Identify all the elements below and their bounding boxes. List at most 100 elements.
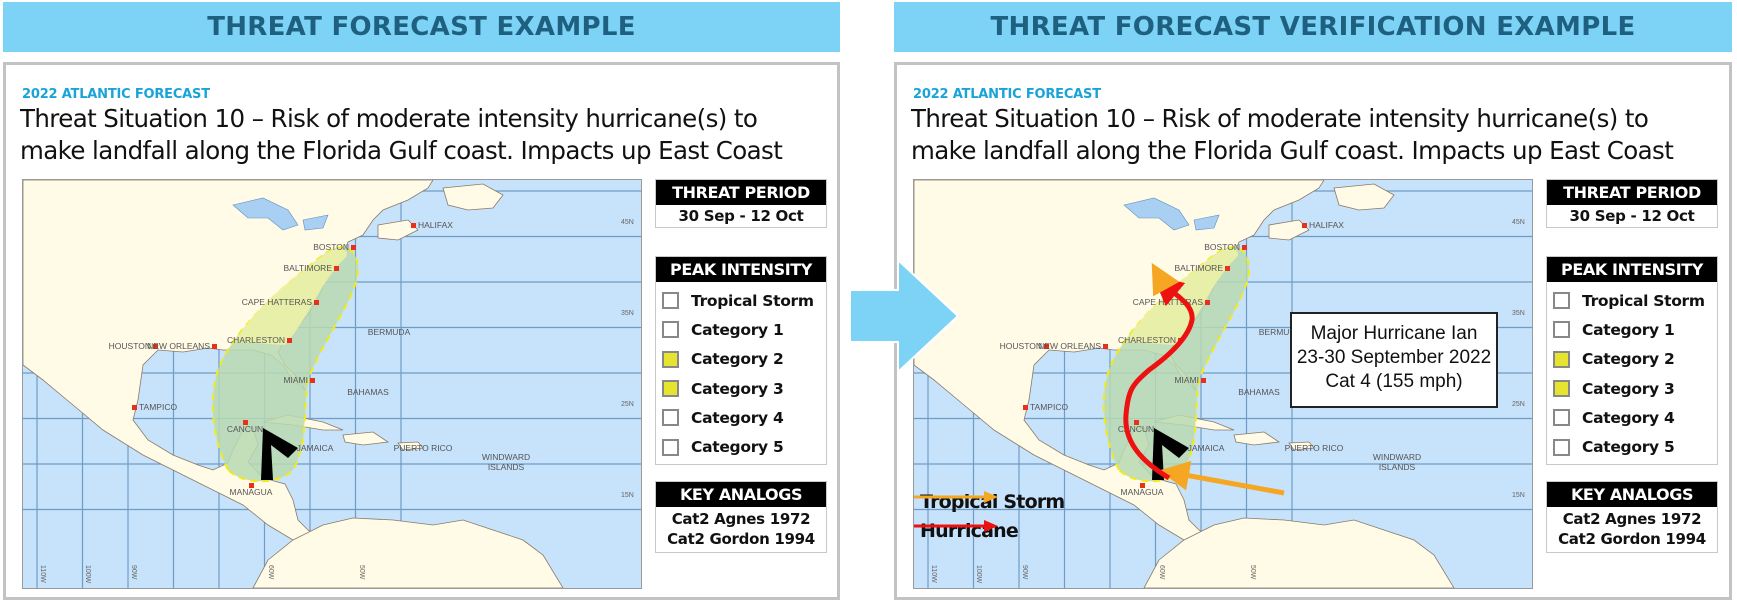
legend-hurricane: Hurricane <box>914 520 1019 542</box>
intensity-option: Category 2 <box>1553 345 1717 374</box>
checked-box-icon <box>1553 350 1570 368</box>
intensity-option: Category 4 <box>662 403 826 432</box>
forecast-kicker: 2022 ATLANTIC FORECAST <box>22 87 210 102</box>
intensity-label: Category 2 <box>691 350 784 369</box>
tropical-storm-track <box>1159 460 1285 496</box>
city-label: MIAMI <box>283 375 308 385</box>
headline-line-1: Threat Situation 10 – Risk of moderate i… <box>911 104 1649 133</box>
city-marker <box>132 405 137 410</box>
unchecked-box-icon <box>662 321 679 339</box>
analog-item: Cat2 Gordon 1994 <box>1558 530 1706 548</box>
callout-line-1: Major Hurricane Ian <box>1310 323 1478 344</box>
right-banner-title: THREAT FORECAST VERIFICATION EXAMPLE <box>990 12 1636 42</box>
legend-tropical-storm: Tropical Storm <box>914 491 1065 513</box>
intensity-label: Tropical Storm <box>691 291 814 310</box>
city-marker <box>314 300 319 305</box>
intensity-option: Category 5 <box>662 432 826 461</box>
city-marker <box>411 223 416 228</box>
city-label: WINDWARD <box>482 452 530 462</box>
unchecked-box-icon <box>1553 292 1570 310</box>
latitude-label: 15N <box>621 492 634 499</box>
unchecked-box-icon <box>662 409 679 427</box>
right-banner: THREAT FORECAST VERIFICATION EXAMPLE <box>894 2 1732 52</box>
orange-arrow-icon <box>914 491 998 503</box>
city-label: CANCUN <box>227 424 263 434</box>
threat-period-value: 30 Sep - 12 Oct <box>1569 207 1695 225</box>
unchecked-box-icon <box>1553 438 1570 456</box>
city-label: CAPE HATTERAS <box>242 297 313 307</box>
verification-kicker: 2022 ATLANTIC FORECAST <box>913 87 1101 102</box>
threat-period-title: THREAT PERIOD <box>1547 180 1717 205</box>
headline-line-2: make landfall along the Florida Gulf coa… <box>911 136 1674 165</box>
checked-box-icon <box>1553 380 1570 398</box>
intensity-label: Category 3 <box>691 379 784 398</box>
latitude-label: 45N <box>621 219 634 226</box>
intensity-label: Category 4 <box>691 408 784 427</box>
peak-intensity-title: PEAK INTENSITY <box>1547 257 1717 282</box>
transition-arrow-icon <box>850 260 960 372</box>
land-mass <box>442 183 504 211</box>
forecast-map: HALIFAX BOSTON BALTIMORE CAPE HATTERAS CHARL… <box>22 179 642 589</box>
key-analogs-list: Cat2 Agnes 1972 Cat2 Gordon 1994 <box>656 507 826 552</box>
city-label: BOSTON <box>313 242 349 252</box>
longitude-label: 60W <box>267 565 274 580</box>
intensity-option: Category 4 <box>1553 403 1717 432</box>
unchecked-box-icon <box>1553 409 1570 427</box>
analog-item: Cat2 Gordon 1994 <box>667 530 815 548</box>
peak-intensity-box: PEAK INTENSITY Tropical Storm Category 1 C… <box>655 256 827 465</box>
checked-box-icon <box>662 380 679 398</box>
city-marker <box>334 266 339 271</box>
callout-line-2: 23-30 September 2022 <box>1296 347 1492 368</box>
city-label: BERMUDA <box>368 327 411 337</box>
left-panel: 2022 ATLANTIC FORECAST Threat Situation … <box>3 62 840 600</box>
city-label: CHARLESTON <box>227 335 285 345</box>
headline-line-2: make landfall along the Florida Gulf coa… <box>20 136 783 165</box>
intensity-option: Category 1 <box>662 315 826 344</box>
intensity-label: Category 5 <box>691 438 784 457</box>
forecast-headline: Threat Situation 10 – Risk of moderate i… <box>20 103 783 167</box>
city-marker <box>310 378 315 383</box>
headline-line-1: Threat Situation 10 – Risk of moderate i… <box>20 104 758 133</box>
key-analogs-list: Cat2 Agnes 1972 Cat2 Gordon 1994 <box>1547 507 1717 552</box>
key-analogs-box: KEY ANALOGS Cat2 Agnes 1972 Cat2 Gordon … <box>655 481 827 553</box>
city-label: BAHAMAS <box>347 387 389 397</box>
latitude-label: 35N <box>621 310 634 317</box>
intensity-option: Tropical Storm <box>1553 286 1717 315</box>
land-mass <box>342 431 390 446</box>
intensity-option: Category 3 <box>1553 374 1717 403</box>
unchecked-box-icon <box>1553 321 1570 339</box>
callout-line-3: Cat 4 (155 mph) <box>1325 371 1463 392</box>
city-label: NEW ORLEANS <box>147 341 210 351</box>
left-banner-title: THREAT FORECAST EXAMPLE <box>207 12 636 42</box>
hurricane-track <box>1123 275 1195 481</box>
intensity-label: Category 3 <box>1582 379 1675 398</box>
intensity-label: Category 2 <box>1582 350 1675 369</box>
city-label: HOUSTON <box>109 341 151 351</box>
city-label: TAMPICO <box>139 402 177 412</box>
intensity-option: Tropical Storm <box>662 286 826 315</box>
city-label: HALIFAX <box>418 220 453 230</box>
verification-map: HALIFAX BOSTON BALTIMORE CAPE HATTERAS CHARL… <box>913 179 1533 589</box>
verification-headline: Threat Situation 10 – Risk of moderate i… <box>911 103 1674 167</box>
intensity-label: Category 1 <box>1582 320 1675 339</box>
longitude-label: 110W <box>39 565 46 583</box>
intensity-label: Tropical Storm <box>1582 291 1705 310</box>
threat-period-box: THREAT PERIOD 30 Sep - 12 Oct <box>1546 179 1718 228</box>
threat-period-box: THREAT PERIOD 30 Sep - 12 Oct <box>655 179 827 228</box>
city-label: ISLANDS <box>488 462 525 472</box>
intensity-label: Category 5 <box>1582 438 1675 457</box>
intensity-option: Category 2 <box>662 345 826 374</box>
peak-intensity-title: PEAK INTENSITY <box>656 257 826 282</box>
intensity-label: Category 4 <box>1582 408 1675 427</box>
latitude-label: 25N <box>621 401 634 408</box>
threat-period-value: 30 Sep - 12 Oct <box>678 207 804 225</box>
longitude-label: 50W <box>358 565 365 580</box>
peak-intensity-list: Tropical Storm Category 1 Category 2 Catego… <box>656 282 826 464</box>
city-label: PUERTO RICO <box>394 443 453 453</box>
longitude-label: 90W <box>130 565 137 580</box>
right-panel: 2022 ATLANTIC FORECAST Threat Situation … <box>894 62 1732 600</box>
city-marker <box>212 344 217 349</box>
longitude-label: 100W <box>84 565 91 584</box>
left-banner: THREAT FORECAST EXAMPLE <box>3 2 840 52</box>
analog-item: Cat2 Agnes 1972 <box>1562 510 1702 528</box>
